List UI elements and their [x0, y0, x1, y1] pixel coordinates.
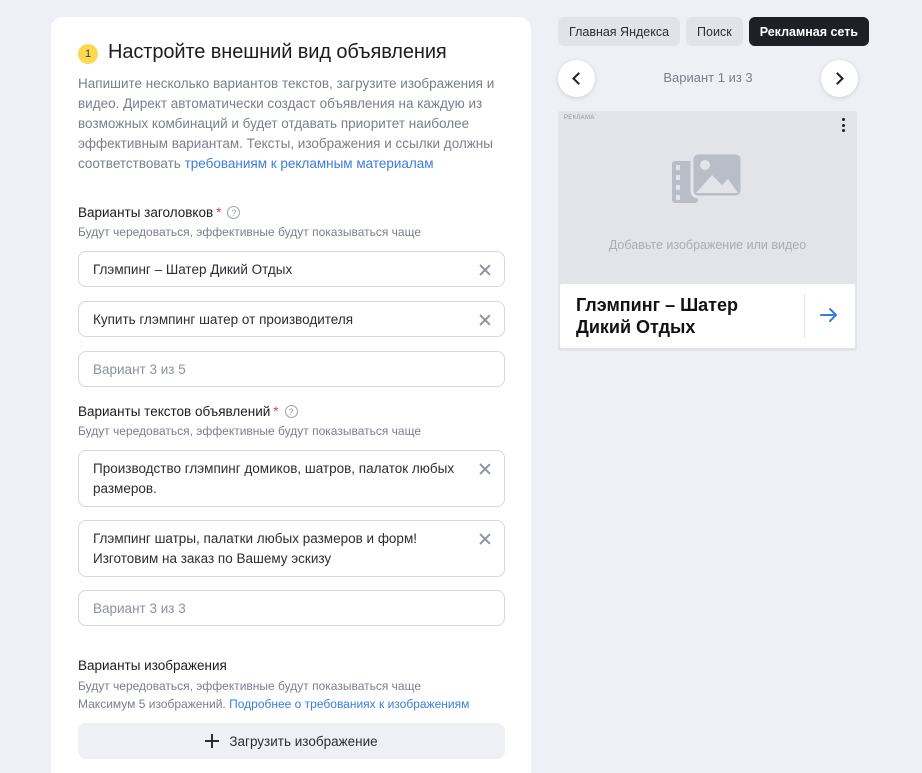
text-placeholder: Вариант 3 из 3 [93, 600, 186, 616]
headline-field-3[interactable]: Вариант 3 из 5 [78, 351, 505, 387]
upload-image-button[interactable]: Загрузить изображение [78, 723, 505, 759]
chevron-left-icon [572, 72, 585, 85]
headlines-label: Варианты заголовков * ? [78, 205, 241, 220]
clear-icon[interactable] [478, 263, 492, 277]
ad-title: Глэмпинг – Шатер Дикий Отдых [576, 295, 738, 337]
ad-footer: Глэмпинг – Шатер Дикий Отдых [560, 284, 855, 348]
texts-hint: Будут чередоваться, эффективные будут по… [78, 424, 422, 438]
divider [804, 294, 805, 338]
images-hint-2: Максимум 5 изображений. Подробнее о треб… [78, 695, 469, 713]
ad-preview: РЕКЛАМА Добавьте изображение или видео Г… [558, 111, 857, 351]
text-field-2[interactable]: Глэмпинг шатры, палатки любых размеров и… [78, 520, 505, 577]
step-badge: 1 [78, 44, 98, 64]
image-requirements-link[interactable]: Подробнее о требованиях к изображениям [229, 697, 469, 711]
next-variant-button[interactable] [821, 60, 858, 97]
texts-label-text: Варианты текстов объявлений [78, 404, 271, 419]
requirements-link[interactable]: требованиям к рекламным материалам [185, 156, 434, 171]
upload-label: Загрузить изображение [229, 733, 378, 749]
clear-icon[interactable] [478, 462, 492, 476]
chevron-right-icon [831, 72, 844, 85]
page-title: Настройте внешний вид объявления [108, 41, 447, 63]
variant-counter: Вариант 1 из 3 [663, 70, 753, 85]
texts-label: Варианты текстов объявлений * ? [78, 404, 298, 419]
help-icon[interactable]: ? [284, 405, 298, 418]
text-value: Производство глэмпинг домиков, шатров, п… [93, 461, 455, 496]
media-icon [672, 151, 744, 203]
required-mark: * [273, 404, 279, 419]
ad-mark: РЕКЛАМА [564, 115, 595, 121]
images-label-text: Варианты изображения [78, 658, 227, 673]
clear-icon[interactable] [478, 313, 492, 327]
headlines-label-text: Варианты заголовков [78, 205, 214, 220]
images-hint-2-text: Максимум 5 изображений. [78, 697, 230, 711]
images-label: Варианты изображения [78, 658, 227, 673]
arrow-right-icon[interactable] [820, 307, 838, 323]
tab-ad-network[interactable]: Рекламная сеть [748, 17, 870, 46]
tab-main[interactable]: Главная Яндекса [558, 17, 681, 46]
more-icon[interactable] [842, 118, 846, 132]
prev-variant-button[interactable] [558, 60, 595, 97]
headline-field-2[interactable]: Купить глэмпинг шатер от производителя [78, 301, 505, 337]
plus-icon [205, 734, 220, 748]
headlines-hint: Будут чередоваться, эффективные будут по… [78, 225, 422, 239]
headline-value: Глэмпинг – Шатер Дикий Отдых [93, 261, 293, 277]
images-hint: Будут чередоваться, эффективные будут по… [78, 679, 422, 693]
tab-search[interactable]: Поиск [686, 17, 743, 46]
headline-placeholder: Вариант 3 из 5 [93, 361, 186, 377]
text-value: Глэмпинг шатры, палатки любых размеров и… [93, 531, 417, 566]
preview-tabs: Главная Яндекса Поиск Рекламная сеть [558, 17, 870, 46]
help-icon[interactable]: ? [227, 206, 241, 219]
text-field-3[interactable]: Вариант 3 из 3 [78, 590, 505, 626]
required-mark: * [216, 205, 222, 220]
text-field-1[interactable]: Производство глэмпинг домиков, шатров, п… [78, 450, 505, 507]
media-placeholder: Добавьте изображение или видео [608, 238, 807, 252]
headline-field-1[interactable]: Глэмпинг – Шатер Дикий Отдых [78, 251, 505, 287]
intro-text: Напишите несколько вариантов текстов, за… [78, 74, 498, 174]
headline-value: Купить глэмпинг шатер от производителя [93, 311, 354, 327]
clear-icon[interactable] [478, 532, 492, 546]
ad-settings-card: 1 Настройте внешний вид объявления Напиш… [51, 17, 531, 773]
